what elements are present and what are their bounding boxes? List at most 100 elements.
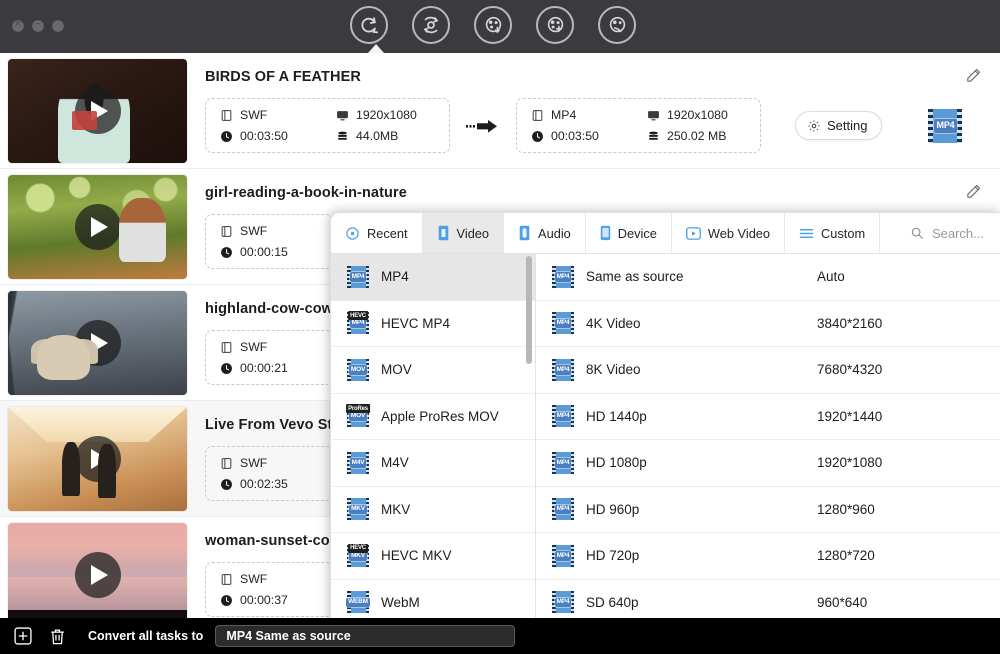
editor-icon[interactable] bbox=[536, 6, 574, 44]
minimize-window-button[interactable] bbox=[32, 18, 44, 32]
play-button[interactable] bbox=[74, 320, 121, 366]
tab-audio[interactable]: Audio bbox=[504, 213, 586, 253]
resolution-label: HD 1080p bbox=[586, 455, 647, 471]
task-thumbnail[interactable] bbox=[0, 285, 195, 401]
format-icon: MKV bbox=[347, 498, 369, 521]
converter-icon[interactable] bbox=[350, 6, 388, 44]
format-item[interactable]: MOV MOV bbox=[331, 347, 535, 394]
resolution-item[interactable]: MP4 HD 720p 1280*720 bbox=[536, 533, 1000, 580]
resolution-item[interactable]: MP4 8K Video 7680*4320 bbox=[536, 347, 1000, 394]
task-thumbnail[interactable] bbox=[0, 169, 195, 285]
source-format: SWF bbox=[220, 108, 306, 122]
resolution-icon: MP4 bbox=[552, 358, 574, 381]
source-duration-label: 00:00:21 bbox=[240, 361, 288, 375]
task-row[interactable]: BIRDS OF A FEATHER SWF 1920x1080 00:03:5… bbox=[0, 53, 1000, 169]
resolution-item[interactable]: MP4 HD 1080p 1920*1080 bbox=[536, 440, 1000, 487]
source-duration-label: 00:03:50 bbox=[240, 129, 288, 143]
play-button[interactable] bbox=[74, 88, 121, 134]
resolution-icon: MP4 bbox=[552, 451, 574, 474]
resolution-label: 4K Video bbox=[586, 315, 641, 331]
format-item[interactable]: M4V M4V bbox=[331, 440, 535, 487]
resolution-value: 1920*1080 bbox=[817, 455, 883, 471]
scrollbar-thumb[interactable] bbox=[526, 256, 532, 364]
format-item[interactable]: ProRes MOV Apple ProRes MOV bbox=[331, 394, 535, 440]
task-thumbnail[interactable] bbox=[0, 53, 195, 169]
setting-button[interactable]: Setting bbox=[795, 111, 883, 140]
add-file-icon[interactable] bbox=[12, 625, 34, 647]
compressor-icon[interactable] bbox=[412, 6, 450, 44]
resolution-name: MP4 HD 720p bbox=[552, 544, 817, 567]
recent-icon bbox=[346, 226, 359, 240]
format-list-scrollbar[interactable] bbox=[526, 256, 532, 639]
format-label: MP4 bbox=[381, 269, 409, 285]
source-duration-label: 00:00:37 bbox=[240, 593, 288, 607]
window-controls bbox=[12, 17, 64, 32]
output-format-badge[interactable]: MP4 bbox=[928, 108, 963, 143]
format-item[interactable]: MKV MKV bbox=[331, 487, 535, 533]
source-info-box: SWF 00:02:35 bbox=[205, 446, 333, 501]
task-title: girl-reading-a-book-in-nature bbox=[205, 185, 407, 201]
target-size: 250.02 MB bbox=[647, 129, 746, 143]
toolbox-icon[interactable] bbox=[598, 6, 636, 44]
source-info-box: SWF 00:00:37 bbox=[205, 562, 333, 617]
source-duration: 00:02:35 bbox=[220, 477, 318, 491]
thumbnail-image bbox=[8, 407, 187, 511]
search-input[interactable]: Search... bbox=[896, 213, 1000, 253]
format-picker-panel: Recent Video Audio Device Web Video Cust… bbox=[330, 212, 1000, 640]
format-item[interactable]: MP4 MP4 bbox=[331, 254, 535, 301]
trash-icon[interactable] bbox=[46, 625, 68, 647]
resolution-label: 8K Video bbox=[586, 362, 641, 378]
source-size: 44.0MB bbox=[336, 129, 435, 143]
play-button[interactable] bbox=[74, 436, 121, 482]
tab-video[interactable]: Video bbox=[422, 213, 505, 253]
format-list[interactable]: MP4 MP4 HEVC MP4 HEVC MP4 MOV MOV ProRes M… bbox=[331, 254, 536, 640]
tab-audio-label: Audio bbox=[538, 225, 571, 241]
close-window-button[interactable] bbox=[12, 17, 24, 32]
format-icon-sub: HEVC bbox=[348, 311, 368, 321]
downloader-icon[interactable] bbox=[474, 6, 512, 44]
tab-web-video[interactable]: Web Video bbox=[671, 213, 786, 253]
source-size-label: 44.0MB bbox=[356, 129, 399, 143]
convert-all-label: Convert all tasks to bbox=[88, 629, 204, 643]
task-thumbnail[interactable] bbox=[0, 401, 195, 517]
target-resolution-label: 1920x1080 bbox=[667, 108, 728, 122]
source-info-box: SWF 1920x1080 00:03:50 44.0MB bbox=[205, 98, 450, 153]
rename-pencil-icon[interactable] bbox=[965, 67, 982, 84]
resolution-item[interactable]: MP4 HD 1440p 1920*1440 bbox=[536, 394, 1000, 440]
task-thumbnail[interactable] bbox=[0, 517, 195, 618]
tab-video-label: Video bbox=[456, 225, 490, 241]
resolution-icon-badge: MP4 bbox=[554, 504, 572, 514]
tab-recent[interactable]: Recent bbox=[331, 213, 423, 253]
play-button[interactable] bbox=[74, 204, 121, 250]
convert-arrow-icon bbox=[466, 118, 500, 134]
resolution-icon-badge: MP4 bbox=[554, 365, 572, 375]
resolution-item[interactable]: MP4 4K Video 3840*2160 bbox=[536, 301, 1000, 347]
source-info-box: SWF 00:00:15 bbox=[205, 214, 333, 269]
video-icon bbox=[438, 225, 448, 241]
thumbnail-image bbox=[8, 59, 187, 163]
mp4-film-icon: MP4 bbox=[928, 108, 963, 143]
source-duration: 00:03:50 bbox=[220, 129, 306, 143]
tab-custom[interactable]: Custom bbox=[785, 213, 881, 253]
format-item[interactable]: HEVC MKV HEVC MKV bbox=[331, 533, 535, 580]
resolution-name: MP4 HD 960p bbox=[552, 498, 817, 521]
format-icon-sub: ProRes bbox=[346, 404, 370, 414]
format-icon-badge: WEBM bbox=[346, 597, 370, 607]
format-label: HEVC MKV bbox=[381, 548, 452, 564]
resolution-icon: MP4 bbox=[552, 544, 574, 567]
resolution-item[interactable]: MP4 HD 960p 1280*960 bbox=[536, 487, 1000, 533]
resolution-icon-badge: MP4 bbox=[554, 318, 572, 328]
convert-all-format-select[interactable]: MP4 Same as source bbox=[215, 625, 516, 647]
resolution-name: MP4 HD 1440p bbox=[552, 405, 817, 428]
source-duration: 00:00:21 bbox=[220, 361, 318, 375]
resolution-value: 960*640 bbox=[817, 594, 868, 610]
maximize-window-button[interactable] bbox=[52, 20, 64, 32]
resolution-list[interactable]: MP4 Same as source Auto MP4 4K Video 384… bbox=[536, 254, 1000, 640]
format-label: MOV bbox=[381, 362, 412, 378]
tab-device[interactable]: Device bbox=[585, 213, 672, 253]
play-button[interactable] bbox=[74, 552, 121, 598]
rename-pencil-icon[interactable] bbox=[965, 183, 982, 200]
resolution-icon-badge: MP4 bbox=[554, 551, 572, 561]
format-item[interactable]: HEVC MP4 HEVC MP4 bbox=[331, 301, 535, 347]
resolution-item[interactable]: MP4 Same as source Auto bbox=[536, 254, 1000, 301]
